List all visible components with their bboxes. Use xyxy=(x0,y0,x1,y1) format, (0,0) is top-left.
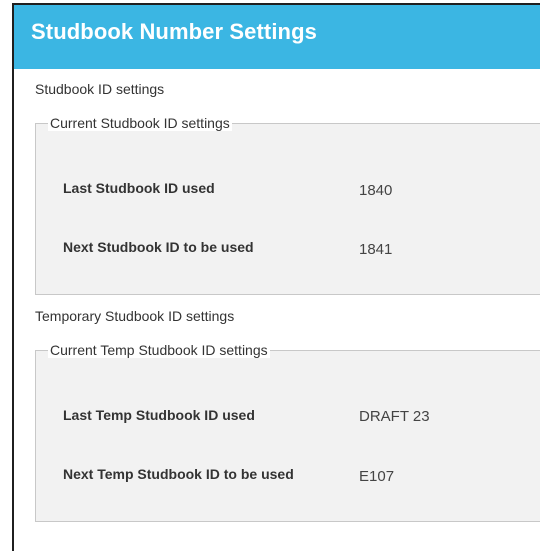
current-studbook-group: Current Studbook ID settings Last Studbo… xyxy=(35,115,540,295)
next-temp-studbook-id-value: E107 xyxy=(359,468,395,485)
last-studbook-id-label: Last Studbook ID used xyxy=(63,180,215,196)
last-studbook-id-value: 1840 xyxy=(359,182,393,199)
next-temp-studbook-id-label: Next Temp Studbook ID to be used xyxy=(63,466,294,482)
window-title: Studbook Number Settings xyxy=(31,19,317,44)
settings-window: Studbook Number Settings Studbook ID set… xyxy=(12,3,540,551)
temp-section-label: Temporary Studbook ID settings xyxy=(35,308,235,324)
next-studbook-id-label: Next Studbook ID to be used xyxy=(63,239,254,255)
last-temp-studbook-id-label: Last Temp Studbook ID used xyxy=(63,407,255,423)
current-temp-studbook-group: Current Temp Studbook ID settings Last T… xyxy=(35,342,540,522)
titlebar: Studbook Number Settings xyxy=(14,5,540,69)
last-temp-studbook-id-value: DRAFT 23 xyxy=(359,408,430,425)
next-studbook-id-value: 1841 xyxy=(359,241,393,258)
studbook-section-label: Studbook ID settings xyxy=(35,81,165,97)
current-studbook-legend: Current Studbook ID settings xyxy=(48,115,232,131)
current-temp-studbook-legend: Current Temp Studbook ID settings xyxy=(48,342,270,358)
